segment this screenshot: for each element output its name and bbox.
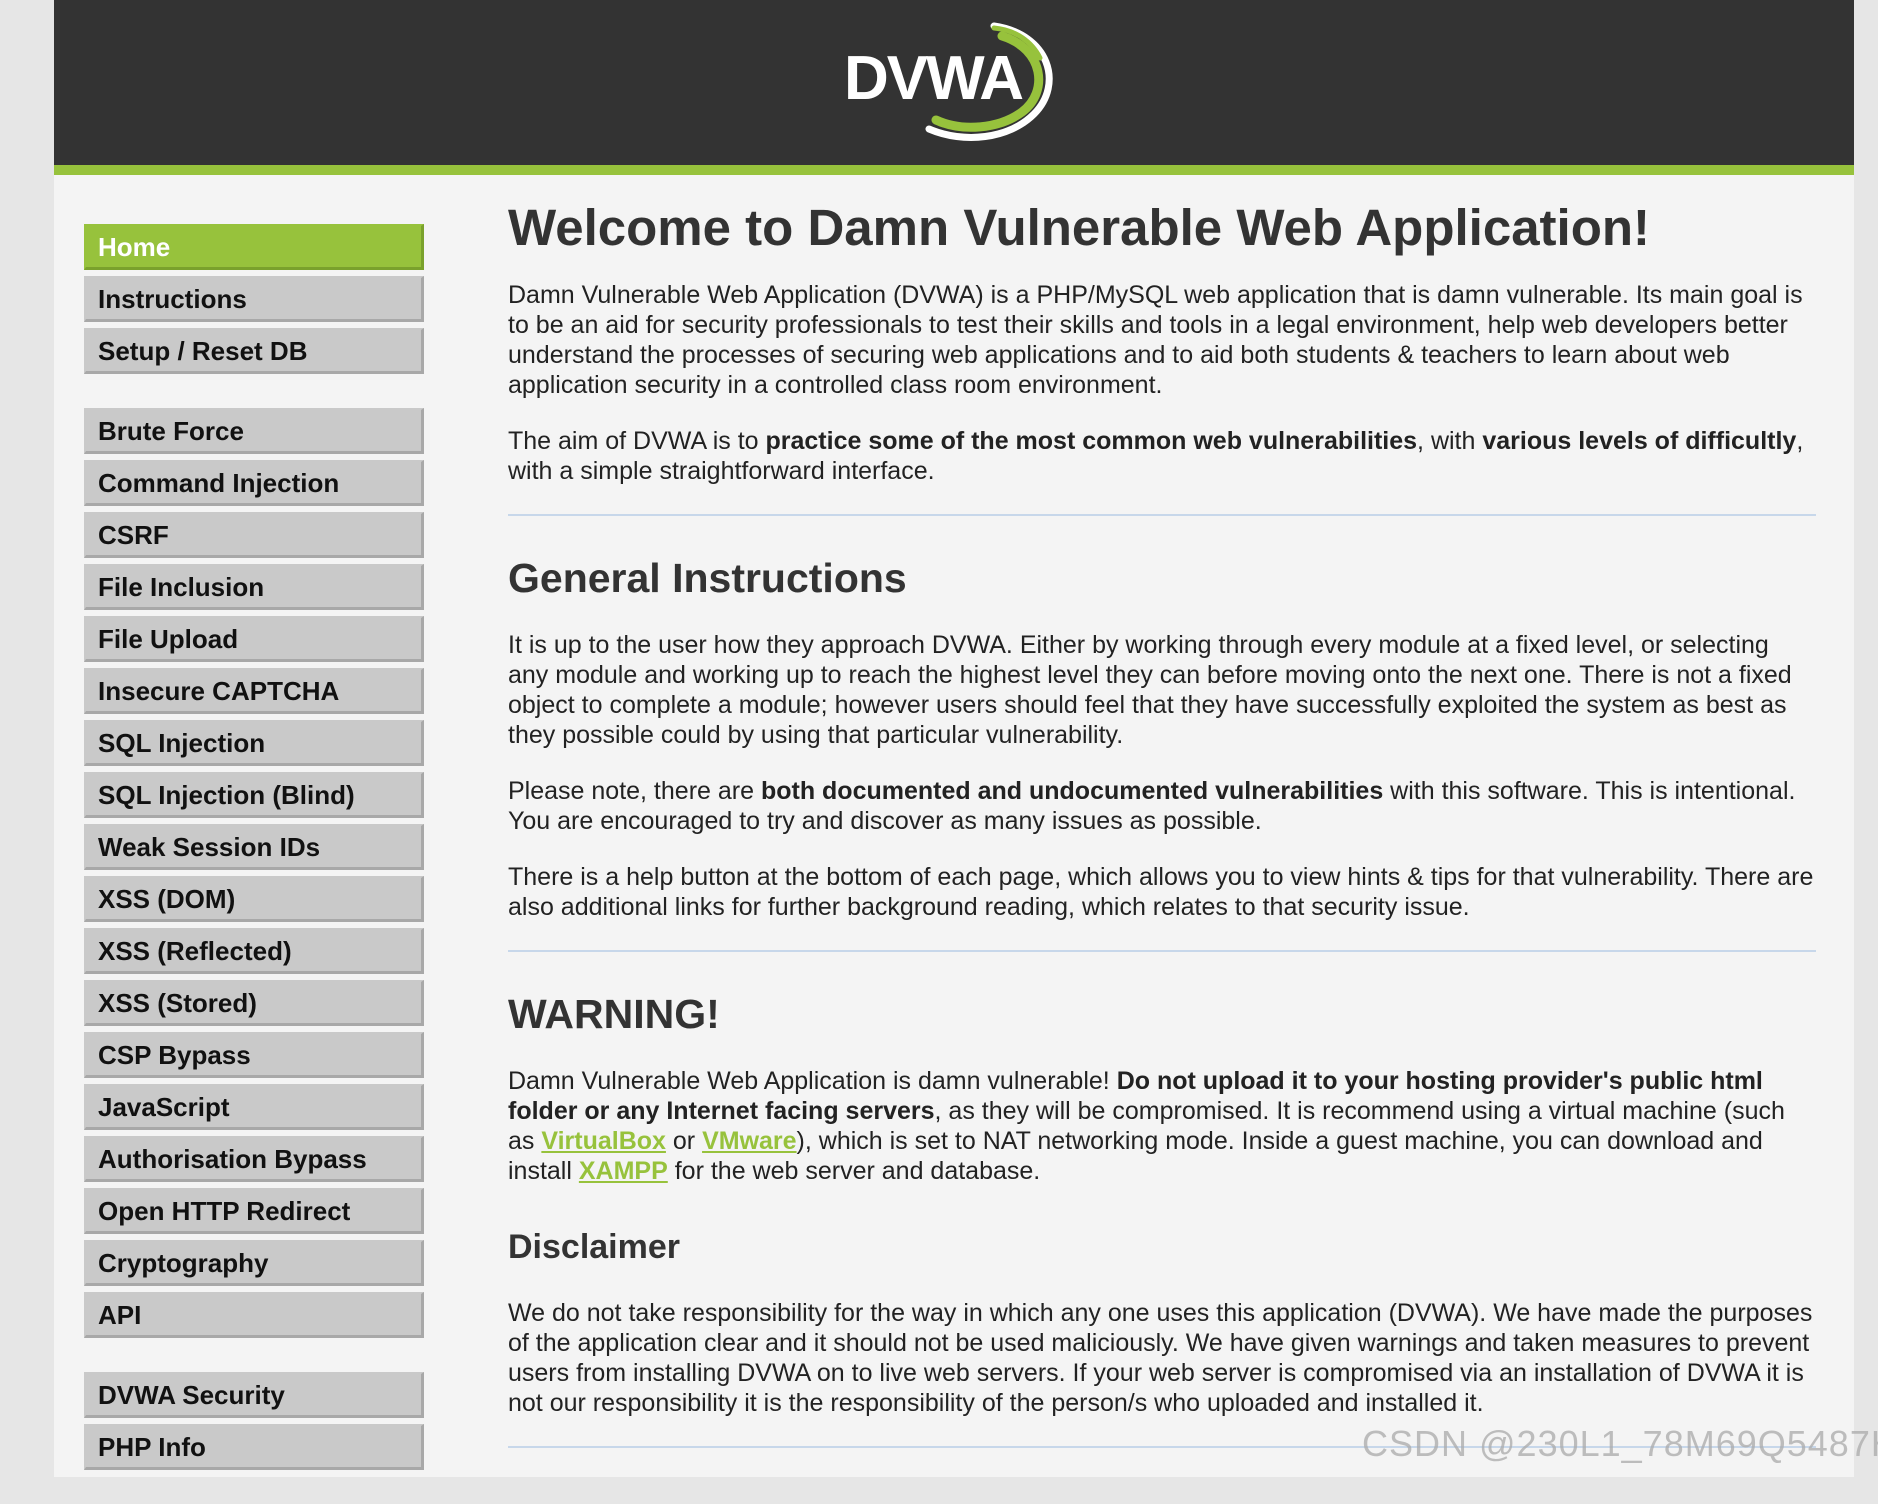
svg-text:DVWA: DVWA: [844, 44, 1023, 113]
warning-paragraph: Damn Vulnerable Web Application is damn …: [508, 1066, 1816, 1186]
divider: [508, 514, 1816, 516]
menu-item-sql-injection-blind[interactable]: SQL Injection (Blind): [84, 772, 424, 818]
menu-item-xss-reflected[interactable]: XSS (Reflected): [84, 928, 424, 974]
intro-paragraph: Damn Vulnerable Web Application (DVWA) i…: [508, 281, 1803, 399]
general-paragraph-1: It is up to the user how they approach D…: [508, 631, 1792, 749]
menu-group-main: Home Instructions Setup / Reset DB: [84, 224, 424, 374]
aim-bold-1: practice some of the most common web vul…: [765, 427, 1418, 455]
menu-item-sql-injection[interactable]: SQL Injection: [84, 720, 424, 766]
warning-text-3: or: [665, 1127, 703, 1155]
menu-item-csp-bypass[interactable]: CSP Bypass: [84, 1032, 424, 1078]
menu-item-home[interactable]: Home: [84, 224, 424, 270]
menu-item-javascript[interactable]: JavaScript: [84, 1084, 424, 1130]
watermark: CSDN @230L1_78M69Q5487H: [1362, 1423, 1878, 1464]
main-body: Welcome to Damn Vulnerable Web Applicati…: [508, 196, 1816, 1448]
menu-item-dvwa-security[interactable]: DVWA Security: [84, 1372, 424, 1418]
menu-item-instructions[interactable]: Instructions: [84, 276, 424, 322]
virtualbox-link[interactable]: VirtualBox: [541, 1127, 666, 1155]
menu-group-settings: DVWA Security PHP Info: [84, 1372, 424, 1470]
page-title: Welcome to Damn Vulnerable Web Applicati…: [508, 199, 1650, 256]
warning-text-1: Damn Vulnerable Web Application is damn …: [508, 1067, 1117, 1095]
menu-item-authorisation-bypass[interactable]: Authorisation Bypass: [84, 1136, 424, 1182]
menu-group-vulnerabilities: Brute Force Command Injection CSRF File …: [84, 408, 424, 1338]
menu-item-open-http-redirect[interactable]: Open HTTP Redirect: [84, 1188, 424, 1234]
aim-text-1: The aim of DVWA is to: [508, 427, 766, 455]
vmware-link[interactable]: VMware: [702, 1127, 796, 1155]
note-bold: both documented and undocumented vulnera…: [760, 777, 1384, 805]
disclaimer-paragraph: We do not take responsibility for the wa…: [508, 1299, 1813, 1417]
menu-item-php-info[interactable]: PHP Info: [84, 1424, 424, 1470]
menu-item-api[interactable]: API: [84, 1292, 424, 1338]
header-bar: DVWA: [54, 0, 1854, 175]
menu-item-command-injection[interactable]: Command Injection: [84, 460, 424, 506]
menu-item-brute-force[interactable]: Brute Force: [84, 408, 424, 454]
general-paragraph-3: There is a help button at the bottom of …: [508, 863, 1814, 921]
warning-heading: WARNING!: [508, 991, 720, 1037]
general-paragraph-2: Please note, there are both documented a…: [508, 776, 1816, 836]
menu-item-csrf[interactable]: CSRF: [84, 512, 424, 558]
general-instructions-heading: General Instructions: [508, 555, 907, 601]
aim-paragraph: The aim of DVWA is to practice some of t…: [508, 426, 1816, 486]
menu-item-insecure-captcha[interactable]: Insecure CAPTCHA: [84, 668, 424, 714]
menu-item-xss-dom[interactable]: XSS (DOM): [84, 876, 424, 922]
menu-item-cryptography[interactable]: Cryptography: [84, 1240, 424, 1286]
menu-item-file-upload[interactable]: File Upload: [84, 616, 424, 662]
sidebar-menu: Home Instructions Setup / Reset DB Brute…: [84, 224, 424, 1504]
menu-item-setup-reset-db[interactable]: Setup / Reset DB: [84, 328, 424, 374]
divider: [508, 950, 1816, 952]
dvwa-logo[interactable]: DVWA: [844, 14, 1074, 144]
xampp-link[interactable]: XAMPP: [579, 1157, 668, 1185]
disclaimer-heading: Disclaimer: [508, 1228, 680, 1266]
aim-bold-2: various levels of difficultly: [1482, 427, 1797, 455]
menu-item-weak-session-ids[interactable]: Weak Session IDs: [84, 824, 424, 870]
page-container: DVWA Home Instructions Setup / Reset DB …: [54, 0, 1854, 1477]
note-text-1: Please note, there are: [508, 777, 761, 805]
menu-item-xss-stored[interactable]: XSS (Stored): [84, 980, 424, 1026]
aim-text-2: , with: [1417, 427, 1483, 455]
menu-item-file-inclusion[interactable]: File Inclusion: [84, 564, 424, 610]
warning-text-5: for the web server and database.: [667, 1157, 1041, 1185]
